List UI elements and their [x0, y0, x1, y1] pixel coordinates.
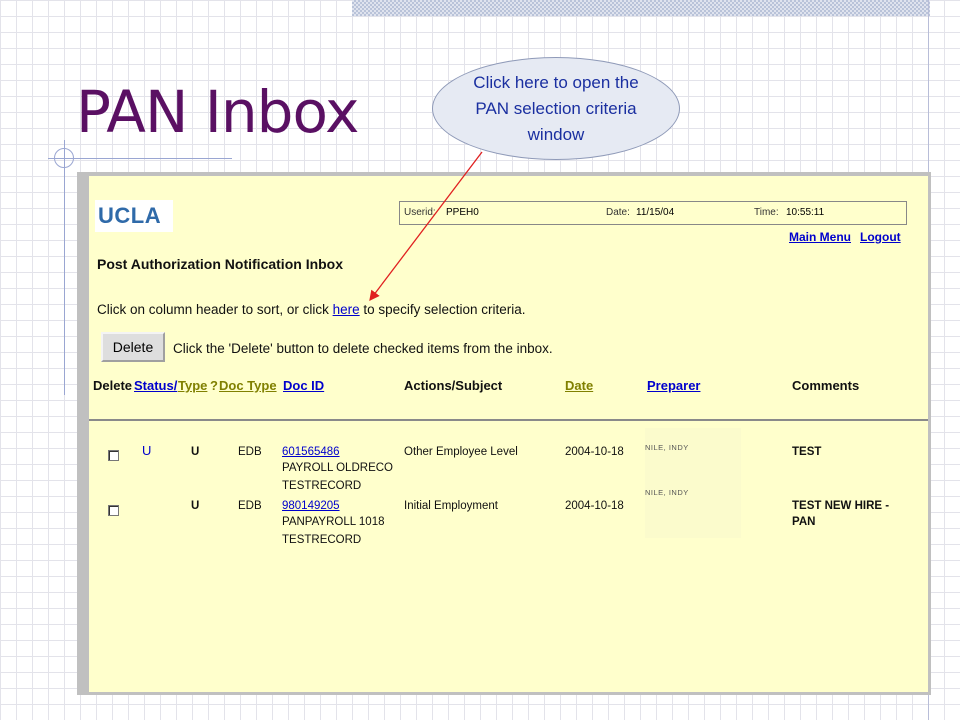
row-preparer: NILE, INDY: [645, 488, 689, 497]
row-subject-line1: PAYROLL OLDRECO: [282, 462, 393, 474]
row-checkbox[interactable]: [108, 505, 119, 516]
title-vertical-rule: [64, 140, 65, 395]
col-header-actions: Actions/Subject: [404, 378, 503, 393]
col-header-type[interactable]: Type: [178, 378, 207, 393]
session-info-box: Userid: PPEH0 Date: 11/15/04 Time: 10:55…: [399, 201, 907, 225]
sort-instruction: Click on column header to sort, or click…: [97, 302, 525, 317]
row-comments-line2: PAN: [792, 516, 816, 528]
instruction-text-pre: Click on column header to sort, or click: [97, 302, 329, 317]
userid-value: PPEH0: [446, 207, 479, 218]
col-header-status[interactable]: Status/: [134, 378, 177, 393]
title-circle-ornament: [54, 148, 74, 168]
row-action: Other Employee Level: [404, 446, 518, 458]
row-doc-id-link[interactable]: 980149205: [282, 500, 340, 512]
row-preparer: NILE, INDY: [645, 443, 689, 452]
col-header-help[interactable]: ?: [210, 378, 218, 393]
col-header-delete: Delete: [93, 378, 133, 393]
time-value: 10:55:11: [786, 207, 825, 218]
callout-bubble: Click here to open the PAN selection cri…: [432, 57, 680, 160]
page-title: Post Authorization Notification Inbox: [97, 256, 344, 272]
slide-title: PAN Inbox: [76, 78, 359, 146]
row-doc-id-link[interactable]: 601565486: [282, 446, 340, 458]
row-subject-line2: TESTRECORD: [282, 480, 362, 492]
main-menu-link[interactable]: Main Menu: [789, 230, 851, 244]
logout-link[interactable]: Logout: [860, 230, 901, 244]
row-doc-type: EDB: [238, 500, 262, 512]
time-label: Time:: [754, 207, 779, 218]
col-header-doc-type[interactable]: Doc Type: [219, 378, 277, 393]
col-header-preparer[interactable]: Preparer: [647, 378, 700, 393]
row-checkbox[interactable]: [108, 450, 119, 461]
row-type: U: [191, 446, 200, 458]
ucla-logo: UCLA: [95, 200, 173, 232]
app-panel: UCLA Userid: PPEH0 Date: 11/15/04 Time: …: [89, 176, 928, 692]
row-date: 2004-10-18: [565, 500, 624, 512]
col-header-doc-id[interactable]: Doc ID: [283, 378, 324, 393]
row-comments: TEST: [792, 446, 822, 458]
row-subject-line1: PANPAYROLL 1018: [282, 516, 385, 528]
selection-criteria-link[interactable]: here: [333, 302, 360, 317]
date-value: 11/15/04: [636, 207, 675, 218]
row-action: Initial Employment: [404, 500, 498, 512]
app-screenshot: UCLA Userid: PPEH0 Date: 11/15/04 Time: …: [77, 172, 931, 695]
row-comments-line1: TEST NEW HIRE -: [792, 500, 890, 512]
col-header-date[interactable]: Date: [565, 378, 593, 393]
header-divider: [89, 419, 928, 421]
row-subject-line2: TESTRECORD: [282, 534, 362, 546]
row-date: 2004-10-18: [565, 446, 624, 458]
title-underline: [48, 158, 232, 159]
row-type: U: [191, 500, 200, 512]
delete-button[interactable]: Delete: [101, 332, 165, 362]
row-status: U: [142, 443, 152, 458]
userid-label: Userid:: [404, 207, 436, 218]
delete-instruction: Click the 'Delete' button to delete chec…: [173, 341, 553, 356]
instruction-text-post: to specify selection criteria.: [363, 302, 526, 317]
header-pattern: [352, 0, 930, 16]
date-label: Date:: [606, 207, 630, 218]
col-header-comments: Comments: [792, 378, 860, 393]
row-doc-type: EDB: [238, 446, 262, 458]
